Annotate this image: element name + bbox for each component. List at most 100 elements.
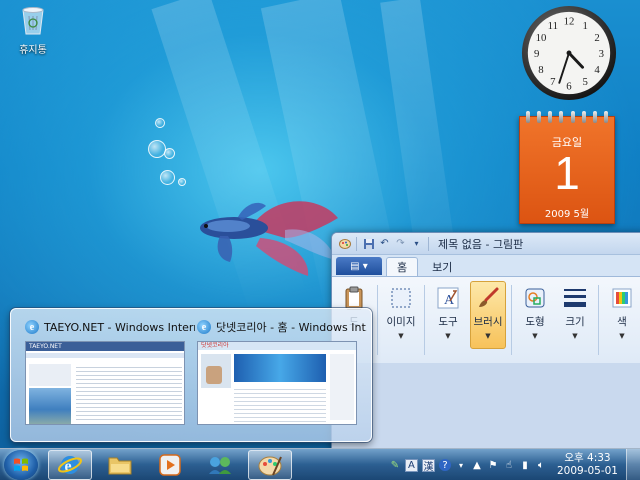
ribbon-shapes-button[interactable]: 도형 ▼ — [517, 281, 553, 349]
paint-icon — [258, 456, 282, 476]
calendar-gadget[interactable]: 금요일 1 2009 5월 — [519, 111, 615, 224]
calendar-rings — [526, 111, 608, 123]
tab-view[interactable]: 보기 — [422, 257, 462, 276]
paint-menu-button[interactable]: ▤ ▾ — [336, 257, 382, 275]
ribbon-separator — [598, 285, 599, 355]
shapes-icon — [522, 285, 548, 311]
ribbon-brushes-button[interactable]: 브러시 ▼ — [470, 281, 506, 349]
desktop: 휴지통 12 1 2 3 4 5 6 7 8 9 10 11 금요일 1 2009 5월 — [0, 0, 640, 448]
ribbon-image-button[interactable]: 이미지 ▼ — [383, 281, 419, 349]
taskbar: e ✎ A 漢 ? ▾ ▲ ⚑ ☝ ▮ 🔈︎ 오후 4:33 2009-05-0… — [0, 448, 640, 480]
quick-access-dropdown-icon[interactable]: ▾ — [410, 237, 423, 250]
action-center-flag-icon[interactable]: ⚑ — [487, 459, 499, 471]
folder-icon — [108, 457, 132, 475]
bubble — [155, 118, 165, 128]
thumbnail-taeyo[interactable]: e TAEYO.NET - Windows Internet... TAEYO.… — [25, 319, 195, 425]
calendar-month-year: 2009 5월 — [544, 209, 590, 220]
ribbon-size-label: 크기 — [565, 316, 585, 328]
paint-window[interactable]: ↶ ↷ ▾ 제목 없음 - 그림판 ▤ ▾ 홈 보기 드 — [331, 232, 640, 448]
preview-sidebar — [330, 354, 354, 420]
thumbnail-dotnetkorea[interactable]: e 닷넷코리아 - 홈 - Windows Int... 닷넷코리아 — [197, 319, 367, 425]
ime-mode-a[interactable]: A — [404, 458, 418, 472]
preview-site-name: 닷넷코리아 — [198, 342, 356, 350]
internet-explorer-icon: e — [197, 320, 211, 334]
chevron-down-icon: ▼ — [572, 332, 578, 340]
preview-photo — [206, 366, 222, 384]
ribbon-colors-button[interactable]: 색 ▼ — [604, 281, 640, 349]
taskbar-internet-explorer[interactable]: e — [48, 450, 92, 480]
undo-icon[interactable]: ↶ — [378, 237, 391, 250]
thumbnail-title: TAEYO.NET - Windows Internet... — [44, 320, 195, 334]
ime-pen-icon[interactable]: ✎ — [389, 459, 401, 471]
recycle-bin[interactable]: 휴지통 — [12, 4, 54, 56]
preview-site-name: TAEYO.NET — [26, 342, 184, 351]
paint-title-bar[interactable]: ↶ ↷ ▾ 제목 없음 - 그림판 — [332, 233, 640, 255]
taskbar-date: 2009-05-01 — [556, 465, 618, 477]
tab-home-label: 홈 — [397, 261, 408, 274]
ime-hanja[interactable]: 漢 — [421, 458, 435, 473]
preview-list — [234, 386, 326, 422]
recycle-bin-label: 휴지통 — [19, 45, 47, 56]
network-icon[interactable]: ▮ — [519, 459, 531, 471]
show-hidden-icons-icon[interactable]: ▲ — [471, 459, 483, 471]
clock-numeral: 5 — [582, 76, 587, 88]
text-tool-icon: A — [435, 285, 461, 311]
tab-view-label: 보기 — [432, 260, 453, 274]
touch-icon[interactable]: ☝ — [503, 459, 515, 471]
windows-logo-icon — [14, 458, 28, 471]
clock-gadget[interactable]: 12 1234567891011 — [520, 4, 618, 102]
color-palette-icon — [609, 285, 635, 311]
show-desktop-button[interactable] — [626, 449, 640, 480]
preview-banner — [234, 354, 326, 382]
clock-numeral: 2 — [594, 32, 599, 44]
internet-explorer-icon: e — [25, 320, 39, 334]
clock-numeral: 8 — [538, 64, 543, 76]
tab-home[interactable]: 홈 — [386, 257, 419, 276]
start-button[interactable] — [4, 450, 38, 480]
internet-explorer-icon: e — [57, 456, 83, 475]
ime-options-icon[interactable]: ▾ — [455, 459, 467, 471]
thumbnail-title: 닷넷코리아 - 홈 - Windows Int... — [216, 321, 367, 334]
system-tray: ✎ A 漢 ? ▾ ▲ ⚑ ☝ ▮ 🔈︎ 오후 4:33 2009-05-01 — [389, 452, 618, 478]
taskbar-windows-explorer[interactable] — [98, 450, 142, 480]
ribbon-size-button[interactable]: 크기 ▼ — [557, 281, 593, 349]
brush-icon — [475, 285, 501, 311]
clock-numeral: 10 — [536, 32, 547, 44]
paint-window-title: 제목 없음 - 그림판 — [438, 237, 524, 251]
ribbon-separator — [377, 285, 378, 355]
paint-app-icon[interactable] — [338, 237, 351, 250]
title-separator — [356, 236, 357, 251]
chevron-down-icon: ▼ — [445, 332, 451, 340]
clock-center — [566, 50, 572, 56]
taskbar-clock[interactable]: 오후 4:33 2009-05-01 — [557, 452, 618, 478]
ribbon-tools-button[interactable]: A 도구 ▼ — [430, 281, 466, 349]
taskbar-network-app[interactable] — [198, 450, 242, 480]
clock-numeral: 7 — [550, 76, 556, 88]
ribbon-tabs: ▤ ▾ 홈 보기 — [332, 255, 640, 277]
clock-numeral: 3 — [599, 48, 604, 60]
taskbar-thumbnail-popup: e TAEYO.NET - Windows Internet... TAEYO.… — [10, 308, 372, 442]
taskbar-time: 오후 4:33 — [564, 452, 611, 464]
calendar-day-number: 1 — [554, 147, 580, 199]
thumbnail-preview: 닷넷코리아 — [197, 341, 357, 425]
network-app-icon — [209, 457, 231, 474]
paint-canvas-area[interactable] — [332, 363, 640, 448]
chevron-down-icon: ▼ — [398, 332, 404, 340]
clock-numeral: 6 — [566, 80, 572, 92]
taskbar-paint[interactable] — [248, 450, 292, 480]
media-player-icon — [159, 454, 181, 476]
ribbon-colors-label: 색 — [617, 316, 627, 328]
volume-icon[interactable]: 🔈︎ — [535, 459, 547, 471]
chevron-down-icon: ▼ — [532, 332, 538, 340]
save-icon[interactable] — [362, 237, 375, 250]
recycle-bin-icon — [22, 7, 44, 35]
line-size-icon — [562, 285, 588, 311]
chevron-down-icon: ▼ — [485, 332, 491, 340]
redo-icon[interactable]: ↷ — [394, 237, 407, 250]
paint-menu-icon: ▤ ▾ — [350, 260, 368, 272]
help-icon[interactable]: ? — [438, 459, 451, 471]
taskbar-media-player[interactable] — [148, 450, 192, 480]
clock-numeral: 11 — [548, 20, 558, 32]
preview-photo — [29, 388, 71, 424]
bubble — [160, 170, 175, 185]
